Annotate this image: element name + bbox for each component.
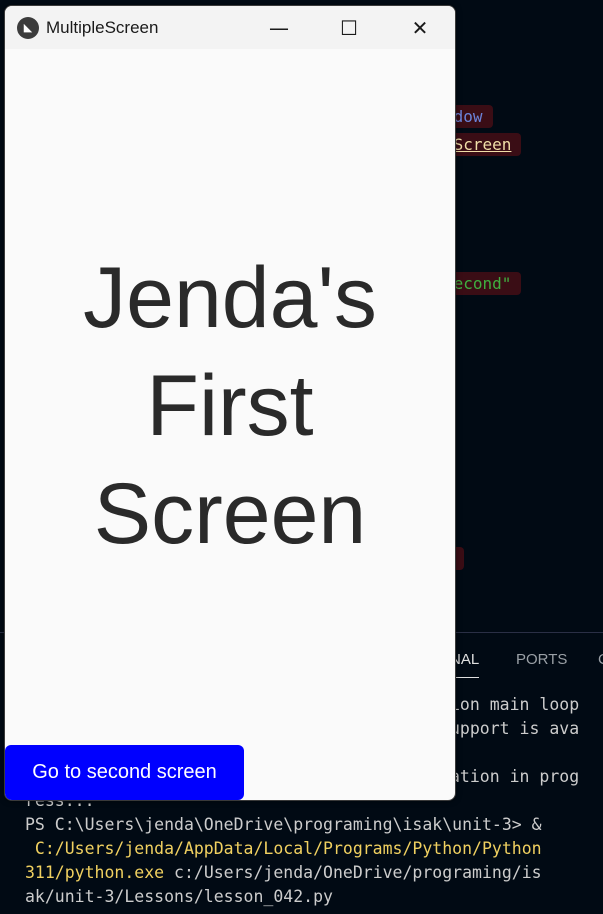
minimize-button[interactable]: —	[256, 6, 302, 49]
screen-heading: Jenda's First Screen	[5, 244, 455, 568]
heading-line: First	[146, 358, 314, 454]
terminal-line: ion main loop	[450, 695, 580, 714]
tab-more[interactable]: C	[598, 651, 603, 668]
terminal-line: ak/unit-3/Lessons/lesson_042.py	[25, 887, 333, 906]
terminal-line: 311/python.exe c:/Users/jenda/OneDrive/p…	[25, 861, 542, 885]
terminal-script-path: c:/Users/jenda/OneDrive/programing/is	[164, 863, 542, 882]
close-button[interactable]: ✕	[397, 6, 443, 49]
terminal-line: PS C:\Users\jenda\OneDrive\programing\is…	[25, 815, 542, 834]
maximize-button[interactable]: ☐	[326, 6, 372, 49]
heading-line: Screen	[93, 466, 367, 562]
window-title: MultipleScreen	[46, 17, 159, 37]
terminal-line: C:/Users/jenda/AppData/Local/Programs/Py…	[25, 839, 542, 858]
tab-ports[interactable]: PORTS	[516, 651, 567, 668]
heading-line: Jenda's	[83, 250, 377, 346]
terminal-line: upport is ava	[450, 719, 580, 738]
title-bar[interactable]: ◣ MultipleScreen — ☐ ✕	[5, 6, 455, 49]
terminal-exe: 311/python.exe	[25, 863, 165, 882]
kivy-logo-icon: ◣	[17, 16, 39, 39]
terminal-line: ation in prog	[450, 767, 580, 786]
app-window: ◣ MultipleScreen — ☐ ✕ Jenda's First Scr…	[4, 5, 456, 801]
go-to-second-screen-button[interactable]: Go to second screen	[5, 745, 244, 800]
